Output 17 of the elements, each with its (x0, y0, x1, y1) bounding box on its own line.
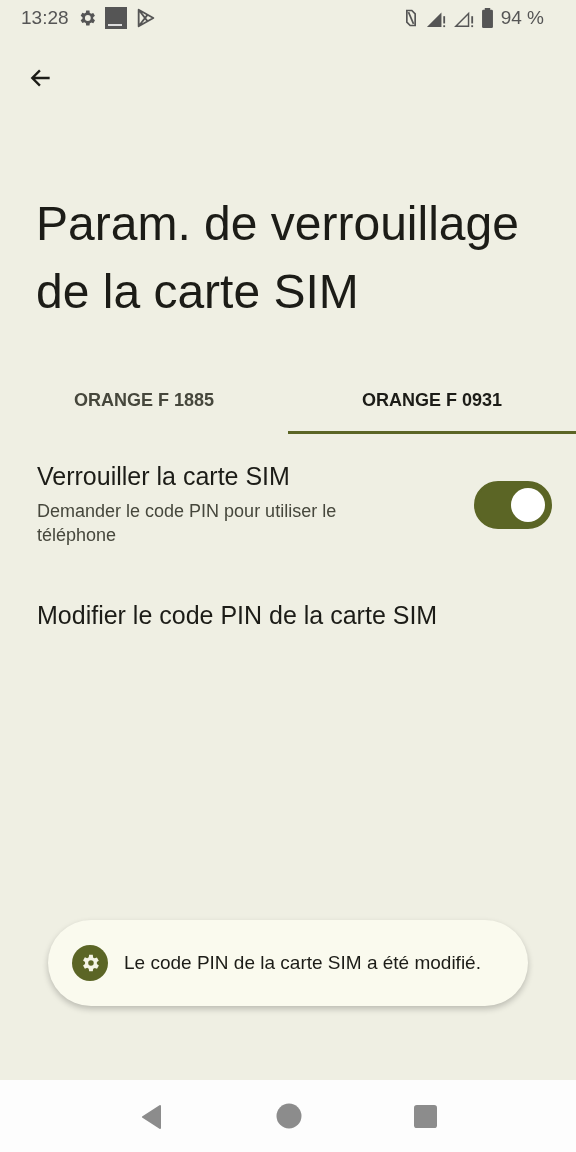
page-title: Param. de verrouillage de la carte SIM (36, 196, 520, 320)
sim-tab[interactable]: ORANGE F 0931 (288, 378, 576, 434)
toggle-switch[interactable] (474, 480, 552, 529)
battery-percentage: 94 % (500, 7, 544, 29)
home-nav-icon[interactable] (275, 1103, 302, 1129)
toast-message: Le code PIN de la carte SIM a été modifié. (124, 951, 481, 975)
settings-item[interactable]: Modifier le code PIN de la carte SIM (0, 547, 576, 630)
setting-summary: Demander le code PIN pour utiliser le téléphone (37, 500, 338, 547)
setting-title: Verrouiller la carte SIM (37, 462, 291, 491)
recents-nav-icon[interactable] (413, 1104, 437, 1128)
back-nav-icon[interactable] (139, 1103, 164, 1129)
sim-tab[interactable]: ORANGE F 1885 (0, 378, 288, 434)
status-time: 13:28 (21, 7, 69, 29)
battery-icon (481, 8, 493, 28)
nfc-icon (403, 8, 418, 28)
settings-icon (72, 945, 108, 981)
carrier-logo-icon (104, 7, 127, 29)
